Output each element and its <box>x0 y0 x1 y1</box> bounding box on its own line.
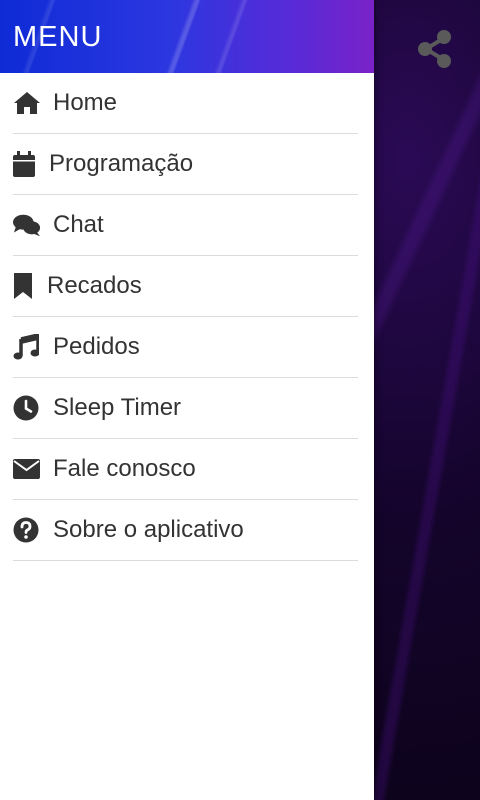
home-icon <box>13 89 41 117</box>
menu-label: Fale conosco <box>53 455 196 482</box>
envelope-icon <box>13 455 41 483</box>
menu-label: Pedidos <box>53 333 140 360</box>
menu-item-sobre[interactable]: Sobre o aplicativo <box>13 500 358 561</box>
menu-item-sleep-timer[interactable]: Sleep Timer <box>13 378 358 439</box>
menu-item-programacao[interactable]: Programação <box>13 134 358 195</box>
menu-label: Programação <box>49 150 194 177</box>
menu-label: Sobre o aplicativo <box>53 516 244 543</box>
drawer-header: MENU <box>0 0 374 73</box>
menu-item-recados[interactable]: Recados <box>13 256 358 317</box>
menu-label: Recados <box>47 272 142 299</box>
drawer-title: MENU <box>13 21 103 53</box>
menu-item-pedidos[interactable]: Pedidos <box>13 317 358 378</box>
menu-item-fale-conosco[interactable]: Fale conosco <box>13 439 358 500</box>
chat-icon <box>13 211 41 239</box>
menu-label: Chat <box>53 211 104 238</box>
question-circle-icon <box>13 516 41 544</box>
navigation-drawer: MENU Home Programação Chat Recados Pedid… <box>0 0 374 800</box>
music-note-icon <box>13 333 41 361</box>
menu-label: Home <box>53 89 118 116</box>
calendar-icon <box>13 150 37 178</box>
menu-list: Home Programação Chat Recados Pedidos Sl… <box>0 73 374 561</box>
share-button[interactable] <box>412 26 458 72</box>
clock-icon <box>13 394 41 422</box>
bookmark-icon <box>13 272 35 300</box>
share-icon <box>418 30 451 68</box>
menu-item-chat[interactable]: Chat <box>13 195 358 256</box>
menu-label: Sleep Timer <box>53 394 182 421</box>
menu-item-home[interactable]: Home <box>13 73 358 134</box>
